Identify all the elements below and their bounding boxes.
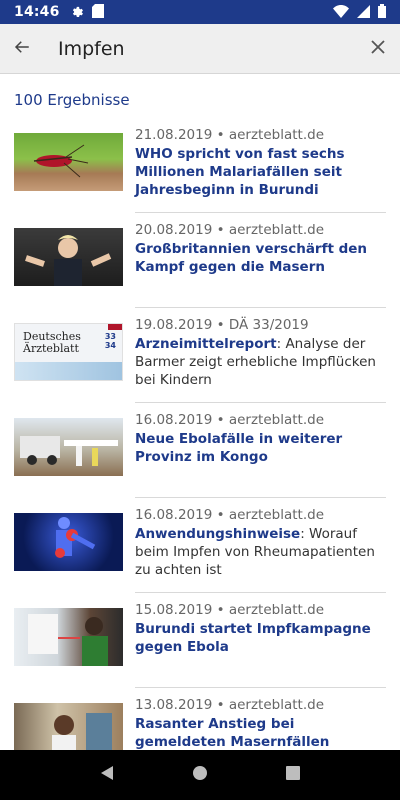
wifi-icon [333, 3, 349, 22]
item-title: Großbritannien verschärft den Kampf gege… [135, 241, 368, 275]
item-headline: Rasanter Anstieg bei gemeldeten Masernfä… [135, 715, 386, 750]
item-title: Burundi startet Impfkampagne gegen Ebola [135, 621, 371, 655]
cover-line2: Ärzteblatt [23, 342, 79, 355]
nav-home-button[interactable] [180, 755, 220, 795]
nav-back-button[interactable] [87, 755, 127, 795]
cover-issue-bottom: 34 [104, 341, 116, 350]
square-recents-icon [285, 765, 301, 785]
item-title: Anwendungshinweise [135, 526, 301, 542]
results-count: 100 Ergebnisse [14, 91, 130, 109]
nav-recents-button[interactable] [273, 755, 313, 795]
item-headline: Neue Ebolafälle in weiterer Provinz im K… [135, 430, 386, 466]
cover-image-strip [15, 362, 122, 380]
item-title: WHO spricht von fast sechs Millionen Mal… [135, 146, 345, 198]
cover-logo-text: Deutsches Ärzteblatt [23, 331, 81, 355]
arrow-back-icon [13, 38, 31, 60]
measles-child-thumbnail [14, 703, 123, 750]
status-bar: 14:46 [0, 0, 400, 24]
list-item[interactable]: 13.08.2019 • aerzteblatt.de Rasanter Ans… [0, 688, 400, 750]
settings-gear-icon [70, 3, 84, 22]
item-headline: Burundi startet Impfkampagne gegen Ebola [135, 620, 386, 656]
search-bar: Impfen [0, 24, 400, 74]
sd-card-icon [91, 3, 104, 22]
item-meta: 16.08.2019 • aerzteblatt.de [135, 412, 324, 428]
vaccination-thumbnail [14, 608, 123, 666]
mosquito-thumbnail [14, 133, 123, 191]
list-item[interactable]: 20.08.2019 • aerzteblatt.de Großbritanni… [0, 213, 400, 308]
triangle-back-icon [99, 765, 115, 785]
battery-icon [378, 3, 386, 22]
magazine-cover-thumbnail: Deutsches Ärzteblatt 33 34 [14, 323, 123, 381]
item-title: Rasanter Anstieg bei gemeldeten Masernfä… [135, 716, 330, 750]
item-meta: 19.08.2019 • DÄ 33/2019 [135, 317, 309, 333]
item-title: Arzneimittelreport [135, 336, 277, 352]
list-item[interactable]: Deutsches Ärzteblatt 33 34 19.08.2019 • … [0, 308, 400, 403]
list-item[interactable]: 15.08.2019 • aerzteblatt.de Burundi star… [0, 593, 400, 688]
cover-issue-top: 33 [104, 332, 116, 341]
circle-home-icon [192, 765, 208, 785]
item-headline: Großbritannien verschärft den Kampf gege… [135, 240, 386, 276]
item-meta: 20.08.2019 • aerzteblatt.de [135, 222, 324, 238]
close-icon [371, 39, 385, 58]
clear-search-button[interactable] [356, 24, 400, 74]
item-meta: 21.08.2019 • aerzteblatt.de [135, 127, 324, 143]
item-meta: 13.08.2019 • aerzteblatt.de [135, 697, 324, 713]
navigation-bar [0, 750, 400, 800]
ebola-scene-thumbnail [14, 418, 123, 476]
cover-issue: 33 34 [105, 332, 116, 350]
list-item[interactable]: 21.08.2019 • aerzteblatt.de WHO spricht … [0, 118, 400, 213]
item-title: Neue Ebolafälle in weiterer Provinz im K… [135, 431, 343, 465]
item-meta: 15.08.2019 • aerzteblatt.de [135, 602, 324, 618]
back-button[interactable] [0, 24, 44, 74]
item-headline: WHO spricht von fast sechs Millionen Mal… [135, 145, 386, 199]
list-item[interactable]: 16.08.2019 • aerzteblatt.de Neue Ebolafä… [0, 403, 400, 498]
search-input[interactable]: Impfen [58, 38, 356, 60]
status-time: 14:46 [14, 4, 60, 20]
cover-corner [108, 324, 122, 330]
item-meta: 16.08.2019 • aerzteblatt.de [135, 507, 324, 523]
politician-thumbnail [14, 228, 123, 286]
list-item[interactable]: 16.08.2019 • aerzteblatt.de Anwendungshi… [0, 498, 400, 593]
signal-icon [357, 3, 370, 22]
item-headline: Arzneimittelreport: Analyse der Barmer z… [135, 335, 386, 389]
results-list: 21.08.2019 • aerzteblatt.de WHO spricht … [0, 118, 400, 750]
anatomy-thumbnail [14, 513, 123, 571]
item-headline: Anwendungshinweise: Worauf beim Impfen v… [135, 525, 386, 579]
